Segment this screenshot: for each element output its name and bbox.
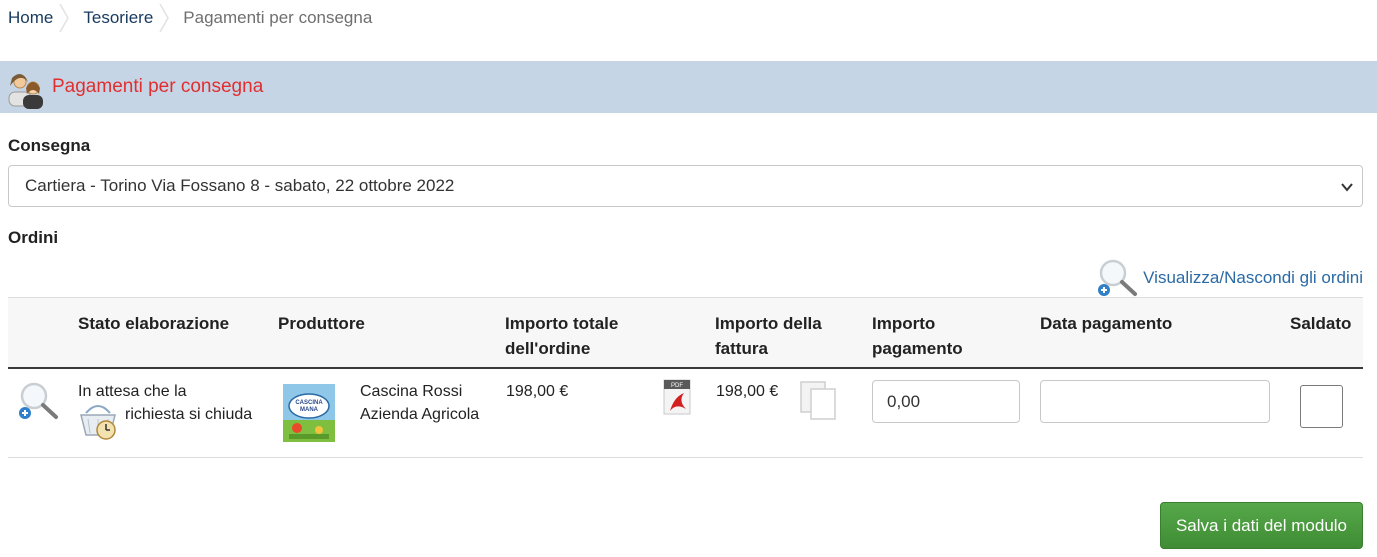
producer-logo-text-1: CASCINA <box>295 400 323 406</box>
row-stato-line1: In attesa che la <box>78 383 187 400</box>
row-produttore-line1: Cascina Rossi <box>360 383 463 400</box>
row-importo-fattura: 198,00 € <box>716 383 779 400</box>
page-title: Pagamenti per consegna <box>52 76 264 97</box>
zoom-in-icon[interactable] <box>16 379 60 423</box>
copy-icon[interactable] <box>798 379 840 421</box>
delivery-select[interactable]: Cartiera - Torino Via Fossano 8 - sabato… <box>8 165 1363 207</box>
breadcrumb-home-label: Home <box>8 8 54 27</box>
breadcrumb-separator-icon <box>159 4 170 32</box>
toggle-orders-label: Visualizza/Nascondi gli ordini <box>1143 268 1363 287</box>
column-importo-totale: Importo totale dell'ordine <box>505 314 619 358</box>
producer-logo-text-2: MANA <box>300 407 319 413</box>
table-row: In attesa che la richiesta si chiuda CASC… <box>8 369 1363 458</box>
column-data-pagamento: Data pagamento <box>1040 314 1173 333</box>
payment-date-input[interactable] <box>1040 380 1270 423</box>
page-header: Pagamenti per consegna <box>0 61 1377 113</box>
breadcrumb-current: Pagamenti per consegna <box>171 0 390 36</box>
zoom-in-icon <box>1098 259 1138 296</box>
row-stato-text: In attesa che la richiesta si chiuda <box>78 380 263 426</box>
breadcrumb-tesoriere[interactable]: Tesoriere <box>71 0 171 36</box>
breadcrumb-home[interactable]: Home <box>0 0 71 36</box>
orders-table-header: Stato elaborazione Produttore Importo to… <box>8 297 1363 369</box>
pdf-icon-label: PDF <box>671 383 683 389</box>
chevron-down-icon <box>1341 183 1353 192</box>
saldato-checkbox[interactable] <box>1300 385 1343 428</box>
column-stato: Stato elaborazione <box>78 314 230 333</box>
payment-amount-value: 0,00 <box>887 391 921 411</box>
toggle-orders-link[interactable]: Visualizza/Nascondi gli ordini <box>1095 256 1363 300</box>
breadcrumb-tesoriere-label: Tesoriere <box>83 8 154 27</box>
column-importo-pagamento: Importo pagamento <box>872 314 963 358</box>
orders-label: Ordini <box>8 228 59 247</box>
breadcrumb-current-label: Pagamenti per consegna <box>183 8 373 27</box>
pdf-icon[interactable]: PDF <box>662 379 692 415</box>
payment-amount-input[interactable]: 0,00 <box>872 380 1020 423</box>
column-saldato: Saldato <box>1290 314 1352 333</box>
producer-logo: CASCINA MANA <box>283 384 335 442</box>
users-icon <box>8 74 43 109</box>
breadcrumb-separator-icon <box>59 4 70 32</box>
breadcrumb: Home Tesoriere Pagamenti per consegna <box>0 0 390 36</box>
row-stato-line2: richiesta si chiuda <box>125 406 253 423</box>
row-importo-totale: 198,00 € <box>506 383 569 400</box>
delivery-label: Consegna <box>8 136 91 155</box>
row-produttore: Cascina Rossi Azienda Agricola <box>360 380 500 426</box>
column-produttore: Produttore <box>278 314 365 333</box>
row-produttore-line2: Azienda Agricola <box>360 406 480 423</box>
row-stato-value: In attesa che la richiesta si chiuda <box>78 380 263 426</box>
column-importo-fattura: Importo della fattura <box>715 314 822 358</box>
delivery-select-value: Cartiera - Torino Via Fossano 8 - sabato… <box>25 176 455 195</box>
save-button[interactable]: Salva i dati del modulo <box>1160 502 1363 549</box>
